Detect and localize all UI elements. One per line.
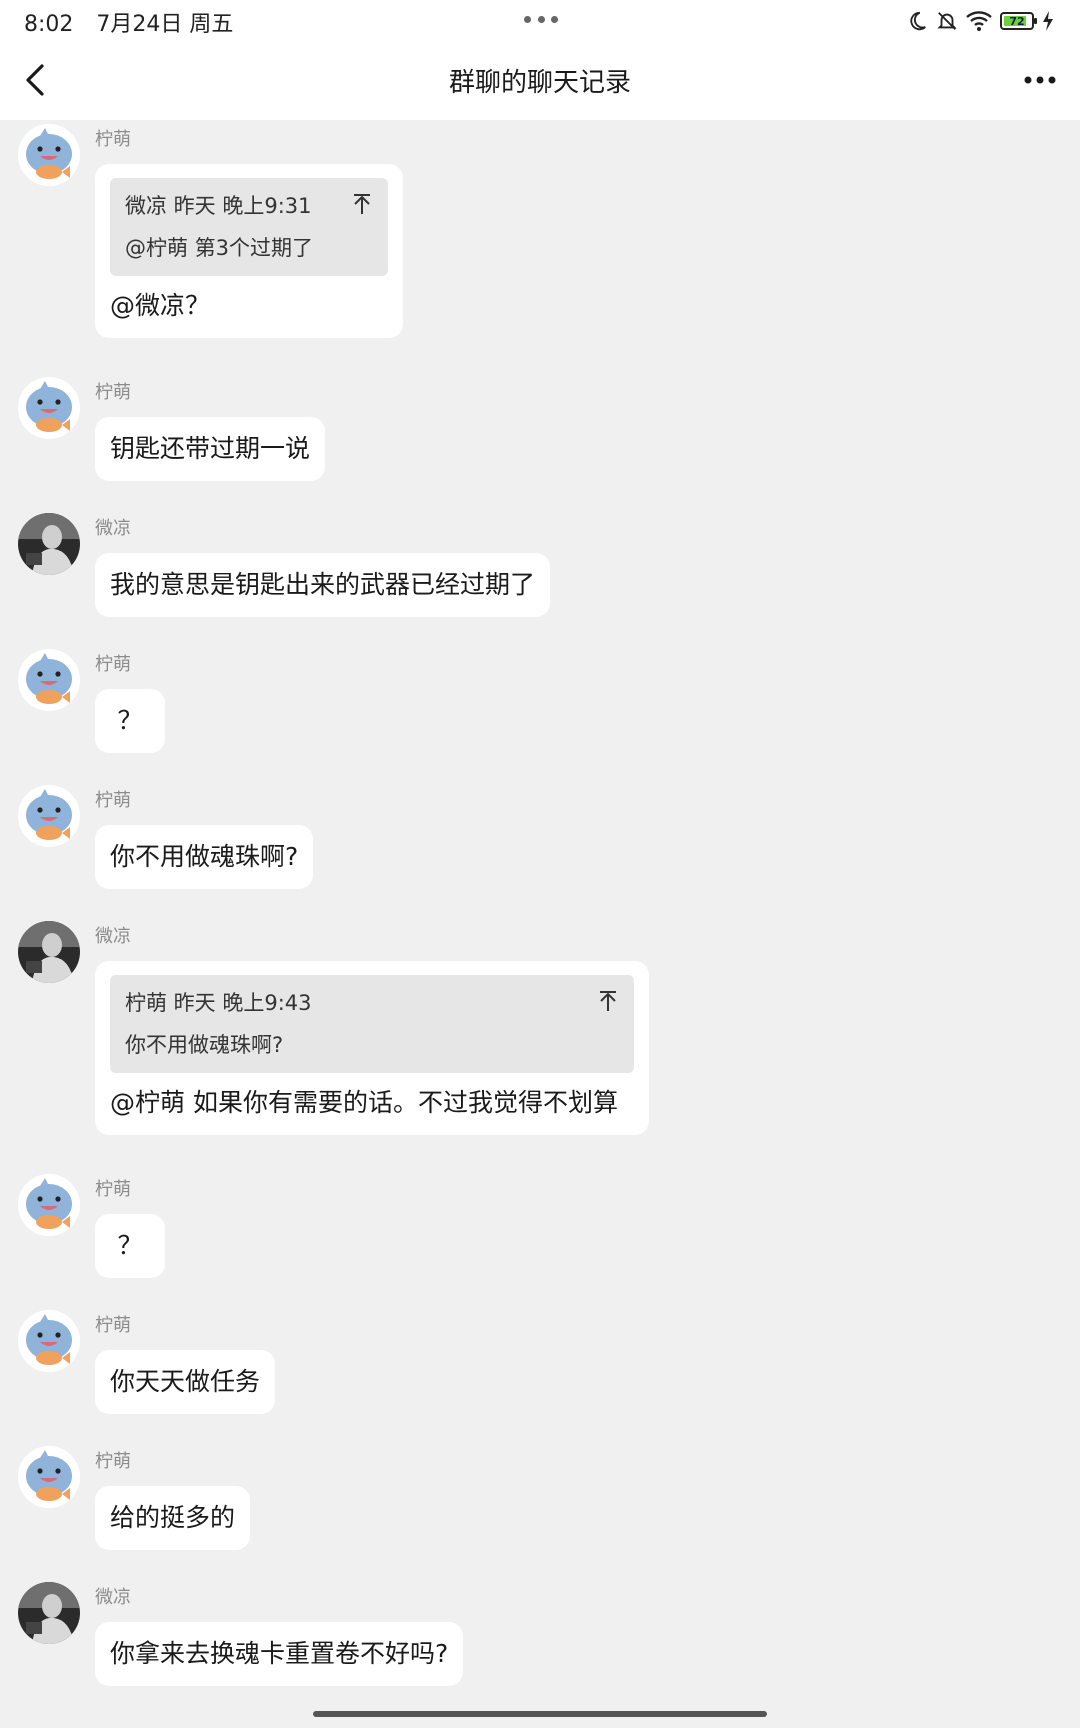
shark-avatar-icon <box>18 785 80 847</box>
jump-to-quote-icon[interactable] <box>596 989 620 1013</box>
sender-name: 微凉 <box>95 926 131 947</box>
avatar[interactable] <box>18 1174 80 1236</box>
quoted-message[interactable]: 微凉 昨天 晚上9:31 @柠萌 第3个过期了 <box>110 178 388 276</box>
shark-avatar-icon <box>18 649 80 711</box>
photo-avatar-icon <box>18 1582 80 1644</box>
message-text: ？ <box>117 706 143 735</box>
sender-name: 微凉 <box>95 1587 131 1608</box>
wifi-icon <box>966 11 992 31</box>
quote-text: 你不用做魂珠啊? <box>125 1033 284 1057</box>
sender-name: 柠萌 <box>95 382 131 403</box>
moon-icon <box>910 11 926 31</box>
message-bubble[interactable]: 柠萌 昨天 晚上9:43 你不用做魂珠啊? @柠萌 如果你有需要的话。不过我觉得… <box>95 961 649 1135</box>
message-bubble[interactable]: 你天天做任务 <box>95 1350 276 1414</box>
shark-avatar-icon <box>18 377 80 439</box>
quoted-message[interactable]: 柠萌 昨天 晚上9:43 你不用做魂珠啊? <box>110 975 634 1073</box>
shark-avatar-icon <box>18 1446 80 1508</box>
more-button[interactable] <box>1014 60 1066 100</box>
app-header: 群聊的聊天记录 <box>0 40 1080 120</box>
status-bar: 8:02 7月24日 周五 72 <box>0 0 1080 40</box>
home-indicator[interactable] <box>313 1711 767 1717</box>
message-text: 你拿来去换魂卡重置卷不好吗? <box>110 1639 449 1668</box>
message-text: 我的意思是钥匙出来的武器已经过期了 <box>110 570 536 599</box>
shark-avatar-icon <box>18 124 80 186</box>
avatar[interactable] <box>18 513 80 575</box>
jump-to-quote-icon[interactable] <box>350 192 374 216</box>
page-title: 群聊的聊天记录 <box>448 68 631 98</box>
shark-avatar-icon <box>18 1310 80 1372</box>
message-bubble[interactable]: 给的挺多的 <box>95 1486 251 1550</box>
avatar[interactable] <box>18 1310 80 1372</box>
photo-avatar-icon <box>18 921 80 983</box>
sender-name: 微凉 <box>95 518 131 539</box>
message-text: 钥匙还带过期一说 <box>110 434 311 463</box>
mute-bell-icon <box>937 12 957 30</box>
sender-name: 柠萌 <box>95 1315 131 1336</box>
sender-name: 柠萌 <box>95 654 131 675</box>
sender-name: 柠萌 <box>95 790 131 811</box>
avatar[interactable] <box>18 124 80 186</box>
message-text: 给的挺多的 <box>110 1503 236 1532</box>
photo-avatar-icon <box>18 513 80 575</box>
sender-name: 柠萌 <box>95 129 131 150</box>
message-bubble[interactable]: ？ <box>95 1214 165 1278</box>
avatar[interactable] <box>18 649 80 711</box>
quote-text: @柠萌 第3个过期了 <box>125 236 314 260</box>
message-text: @微凉？ <box>110 291 211 320</box>
window-dots-icon[interactable] <box>524 16 558 24</box>
status-date: 7月24日 周五 <box>96 12 234 37</box>
message-bubble[interactable]: 你拿来去换魂卡重置卷不好吗? <box>95 1622 464 1686</box>
message-bubble[interactable]: ？ <box>95 689 165 753</box>
sender-name: 柠萌 <box>95 1451 131 1472</box>
avatar[interactable] <box>18 377 80 439</box>
more-dots-icon <box>1024 76 1056 84</box>
avatar[interactable] <box>18 1446 80 1508</box>
avatar[interactable] <box>18 1582 80 1644</box>
quote-meta: 微凉 昨天 晚上9:31 <box>125 194 312 218</box>
avatar[interactable] <box>18 921 80 983</box>
message-text: ？ <box>117 1231 143 1260</box>
message-bubble[interactable]: 我的意思是钥匙出来的武器已经过期了 <box>95 553 551 617</box>
status-time-date: 8:02 7月24日 周五 <box>24 6 249 38</box>
quote-meta: 柠萌 昨天 晚上9:43 <box>125 991 312 1015</box>
avatar[interactable] <box>18 785 80 847</box>
status-icons: 72 <box>906 8 1054 34</box>
sender-name: 柠萌 <box>95 1179 131 1200</box>
message-text: 你天天做任务 <box>110 1367 261 1396</box>
message-bubble[interactable]: 你不用做魂珠啊? <box>95 825 314 889</box>
message-bubble[interactable]: 钥匙还带过期一说 <box>95 417 326 481</box>
shark-avatar-icon <box>18 1174 80 1236</box>
message-text: 你不用做魂珠啊? <box>110 842 299 871</box>
battery-level: 72 <box>1009 14 1025 28</box>
status-time: 8:02 <box>24 12 74 37</box>
charging-bolt-icon <box>1043 11 1053 31</box>
message-text: @柠萌 如果你有需要的话。不过我觉得不划算 <box>110 1088 618 1117</box>
battery-icon: 72 <box>1000 12 1037 30</box>
message-bubble[interactable]: 微凉 昨天 晚上9:31 @柠萌 第3个过期了 @微凉？ <box>95 164 403 338</box>
